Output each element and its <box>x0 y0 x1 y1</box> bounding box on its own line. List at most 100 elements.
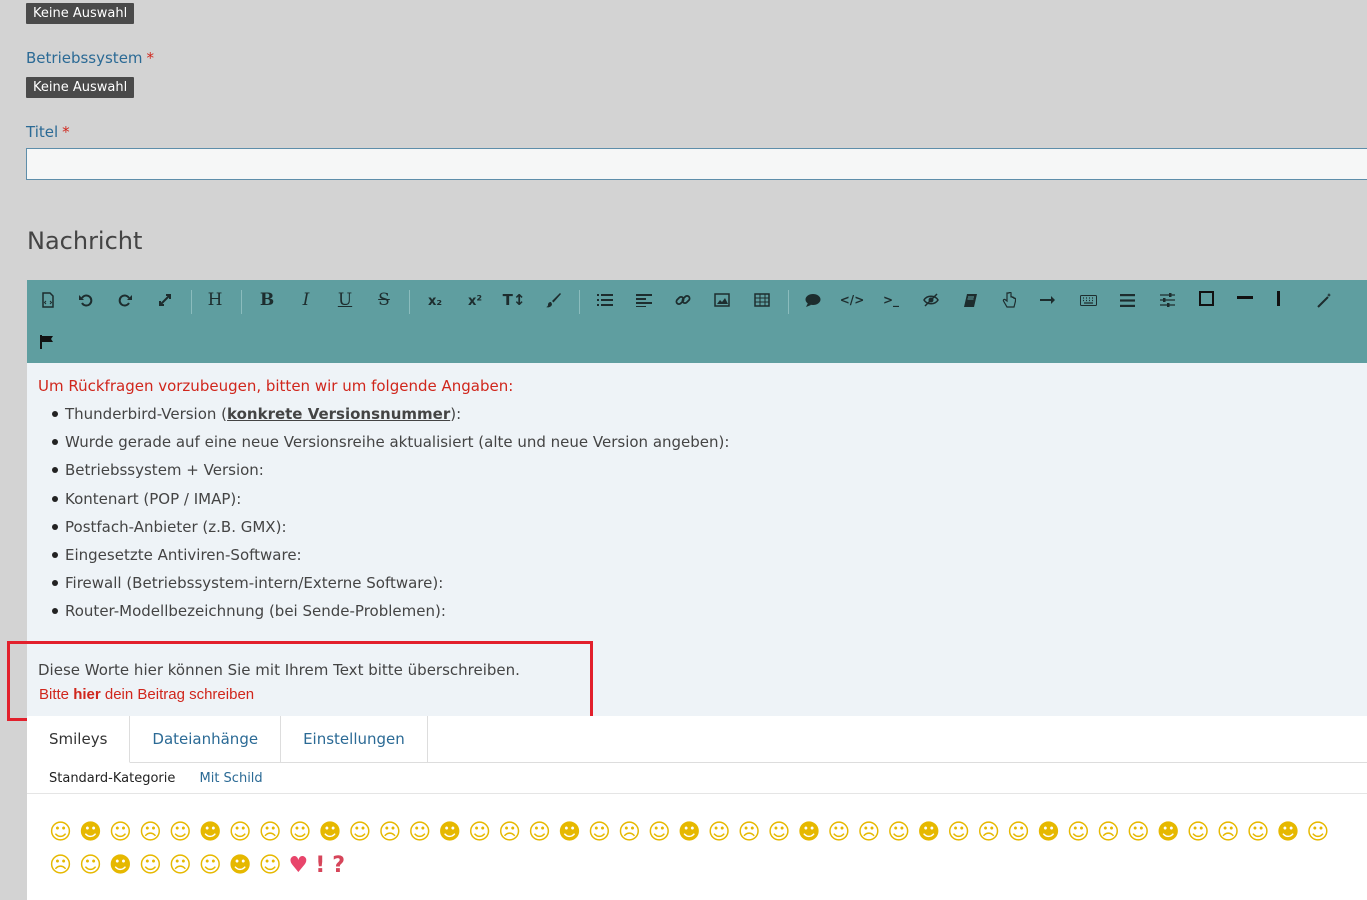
italic-button[interactable]: I <box>294 288 318 312</box>
smiley-icon[interactable]: ? <box>332 849 345 882</box>
smiley-icon[interactable]: ☻ <box>917 816 940 849</box>
hamburger-icon[interactable] <box>1115 288 1139 312</box>
smiley-icon[interactable]: ☺ <box>708 816 731 849</box>
list-item: Kontenart (POP / IMAP): <box>38 488 729 516</box>
smiley-icon[interactable]: ☺ <box>109 816 132 849</box>
category-with-sign[interactable]: Mit Schild <box>200 771 263 786</box>
required-marker: * <box>62 123 70 141</box>
smiley-icon[interactable]: ! <box>315 849 325 882</box>
smiley-icon[interactable]: ☺ <box>408 816 431 849</box>
list-icon[interactable] <box>593 288 617 312</box>
quote-bubble-icon[interactable] <box>801 288 825 312</box>
smiley-icon[interactable]: ☺ <box>768 816 791 849</box>
heading-button[interactable]: H <box>203 288 227 312</box>
book-icon[interactable] <box>958 288 982 312</box>
smiley-icon[interactable]: ☹ <box>498 816 521 849</box>
smiley-icon[interactable]: ☺ <box>49 816 72 849</box>
smiley-icon[interactable]: ☺ <box>1247 816 1270 849</box>
smiley-icon[interactable]: ☺ <box>648 816 671 849</box>
bold-button[interactable]: B <box>255 288 279 312</box>
smiley-icon[interactable]: ☺ <box>1007 816 1030 849</box>
align-left-icon[interactable] <box>632 288 656 312</box>
brush-icon[interactable] <box>541 288 565 312</box>
smiley-icon[interactable]: ☹ <box>738 816 761 849</box>
title-input[interactable] <box>26 148 1367 180</box>
code-button[interactable]: </> <box>840 288 865 312</box>
smiley-icon[interactable]: ☺ <box>169 816 192 849</box>
smiley-icon[interactable]: ☻ <box>229 849 252 882</box>
sliders-icon[interactable] <box>1155 288 1179 312</box>
tab-smileys[interactable]: Smileys <box>27 716 131 763</box>
smiley-icon[interactable]: ☹ <box>49 849 72 882</box>
list-item: Eingesetzte Antiviren-Software: <box>38 544 729 572</box>
smiley-icon[interactable]: ☻ <box>678 816 701 849</box>
smiley-icon[interactable]: ☺ <box>139 849 162 882</box>
smiley-icon[interactable]: ☺ <box>887 816 910 849</box>
smiley-icon[interactable]: ☹ <box>169 849 192 882</box>
pointer-hand-icon[interactable] <box>997 288 1021 312</box>
smiley-icon[interactable]: ☺ <box>348 816 371 849</box>
subscript-button[interactable]: x₂ <box>423 289 447 313</box>
bullet-text: ): <box>450 405 462 423</box>
smiley-icon[interactable]: ☻ <box>1157 816 1180 849</box>
smiley-icon[interactable]: ☺ <box>528 816 551 849</box>
smiley-icon[interactable]: ☻ <box>1276 816 1299 849</box>
underline-button[interactable]: U <box>333 288 357 312</box>
no-selection-badge[interactable]: Keine Auswahl <box>26 3 135 24</box>
smiley-icon[interactable]: ☻ <box>438 816 461 849</box>
smiley-icon[interactable]: ☺ <box>1127 816 1150 849</box>
strikethrough-button[interactable]: S <box>372 288 396 312</box>
smiley-icon[interactable]: ☻ <box>797 816 820 849</box>
smiley-icon[interactable]: ☻ <box>109 849 132 882</box>
flag-icon[interactable] <box>35 330 59 354</box>
link-icon[interactable] <box>671 288 695 312</box>
border-box-icon[interactable] <box>1194 286 1218 310</box>
smiley-icon[interactable]: ☹ <box>139 816 162 849</box>
smiley-icon[interactable]: ☻ <box>79 816 102 849</box>
category-standard[interactable]: Standard-Kategorie <box>49 771 175 786</box>
smiley-icon[interactable]: ☺ <box>1187 816 1210 849</box>
os-selection-badge[interactable]: Keine Auswahl <box>26 77 135 98</box>
smiley-icon[interactable]: ☺ <box>289 816 312 849</box>
image-icon[interactable] <box>710 288 734 312</box>
smiley-icon[interactable]: ☹ <box>857 816 880 849</box>
smiley-icon[interactable]: ☻ <box>1037 816 1060 849</box>
smiley-icon[interactable]: ☺ <box>1306 816 1329 849</box>
smiley-icon[interactable]: ☺ <box>827 816 850 849</box>
smiley-icon[interactable]: ☹ <box>259 816 282 849</box>
smiley-icon[interactable]: ♥ <box>289 849 309 882</box>
smiley-icon[interactable]: ☺ <box>199 849 222 882</box>
inline-code-button[interactable]: >_ <box>879 288 903 312</box>
smiley-icon[interactable]: ☺ <box>79 849 102 882</box>
magic-wand-icon[interactable] <box>1312 288 1336 312</box>
fullscreen-icon[interactable] <box>153 288 177 312</box>
tab-settings[interactable]: Einstellungen <box>281 716 428 762</box>
arrow-right-icon[interactable] <box>1036 288 1060 312</box>
undo-icon[interactable] <box>74 288 98 312</box>
font-size-button[interactable]: T↕ <box>502 288 526 312</box>
smiley-icon[interactable]: ☺ <box>259 849 282 882</box>
smiley-icon[interactable]: ☹ <box>1097 816 1120 849</box>
smiley-icon[interactable]: ☹ <box>1217 816 1240 849</box>
smiley-icon[interactable]: ☻ <box>199 816 222 849</box>
keyboard-icon[interactable] <box>1076 288 1100 312</box>
smiley-icon[interactable]: ☺ <box>947 816 970 849</box>
tab-attachments[interactable]: Dateianhänge <box>130 716 282 762</box>
table-icon[interactable] <box>750 288 774 312</box>
superscript-button[interactable]: x² <box>463 289 487 313</box>
spoiler-eye-icon[interactable] <box>919 288 943 312</box>
info-bullet-list: Thunderbird-Version (konkrete Versionsnu… <box>38 403 729 629</box>
smiley-icon[interactable]: ☹ <box>618 816 641 849</box>
smiley-icon[interactable]: ☺ <box>229 816 252 849</box>
smiley-icon[interactable]: ☻ <box>558 816 581 849</box>
smiley-icon[interactable]: ☻ <box>318 816 341 849</box>
vertical-bar-icon[interactable] <box>1267 286 1291 310</box>
smiley-icon[interactable]: ☺ <box>1067 816 1090 849</box>
smiley-icon[interactable]: ☹ <box>378 816 401 849</box>
smiley-icon[interactable]: ☹ <box>977 816 1000 849</box>
smiley-icon[interactable]: ☺ <box>588 816 611 849</box>
horizontal-rule-icon[interactable] <box>1233 286 1257 310</box>
source-code-icon[interactable] <box>36 288 60 312</box>
smiley-icon[interactable]: ☺ <box>468 816 491 849</box>
redo-icon[interactable] <box>113 288 137 312</box>
